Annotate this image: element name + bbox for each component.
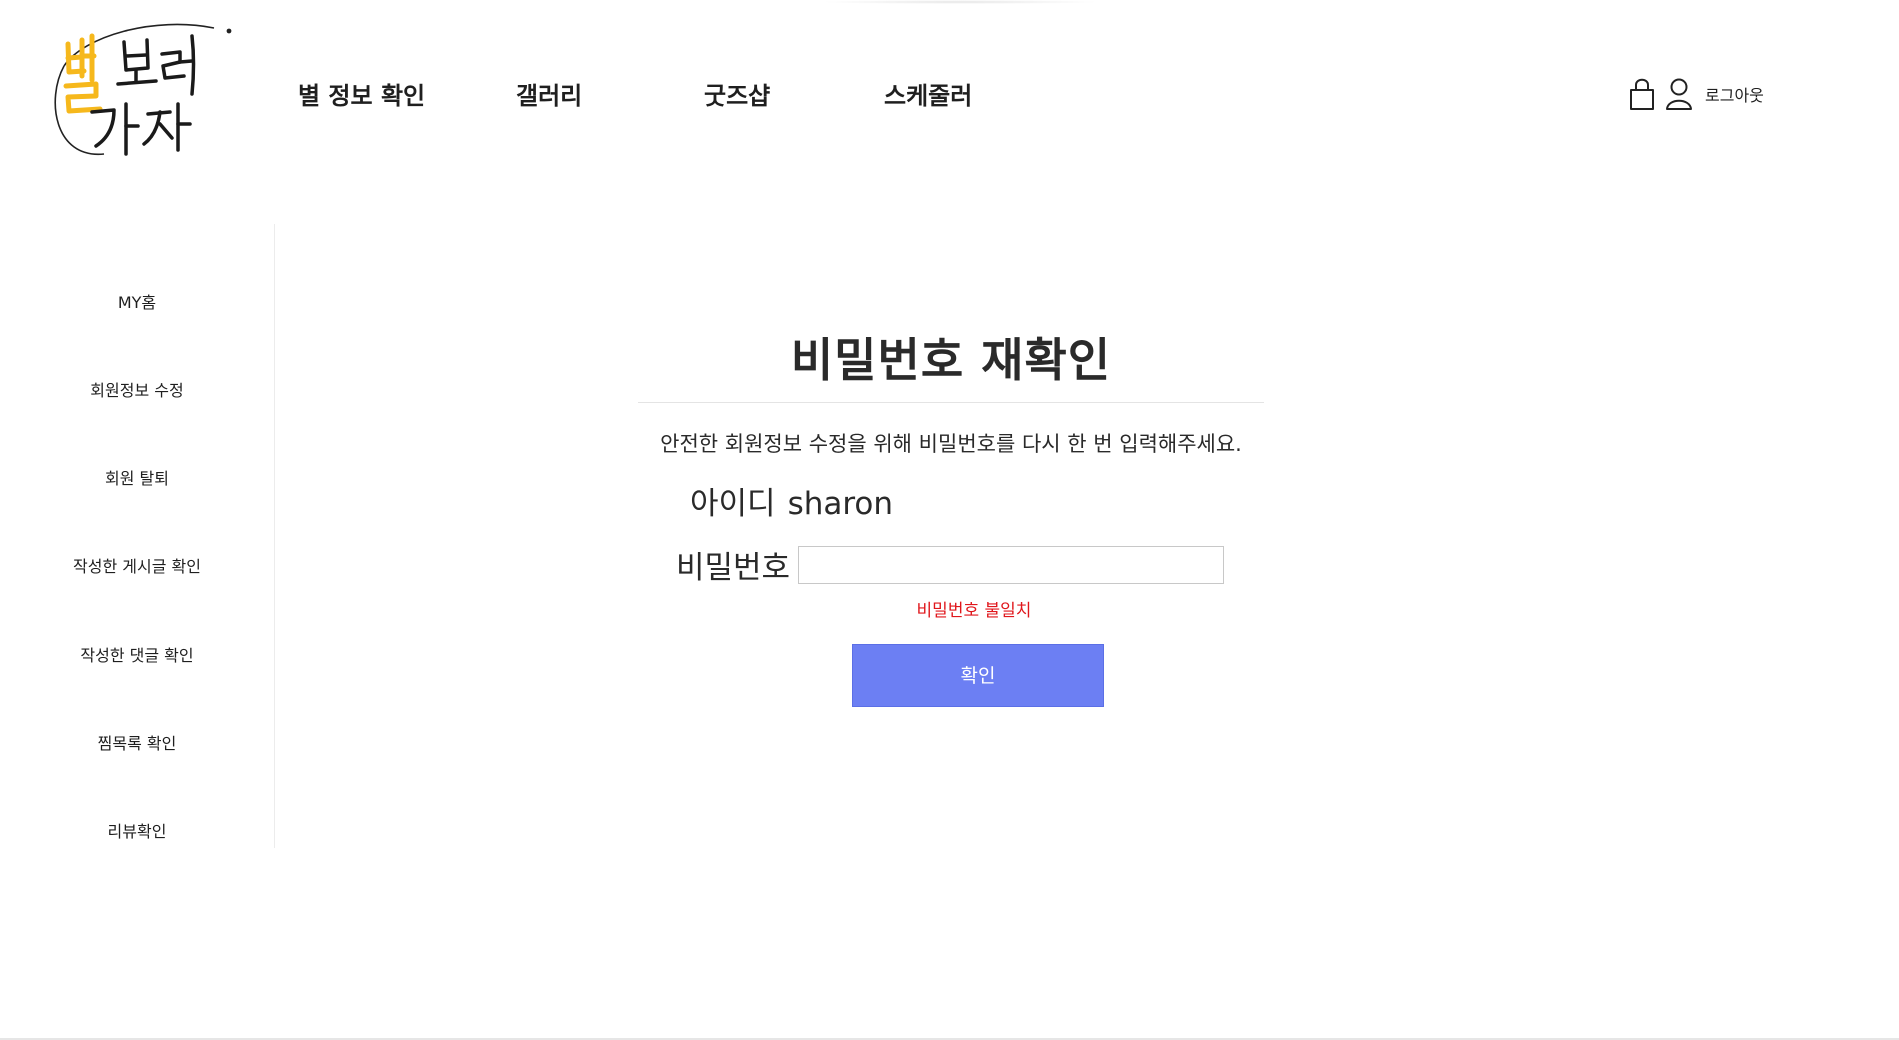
description-text: 안전한 회원정보 수정을 위해 비밀번호를 다시 한 번 입력해주세요. xyxy=(660,432,1242,456)
sidebar-item-wishlist[interactable]: 찜목록 확인 xyxy=(0,729,274,759)
confirm-button[interactable]: 확인 xyxy=(852,644,1104,707)
password-label: 비밀번호 xyxy=(676,550,791,586)
password-error-message: 비밀번호 불일치 xyxy=(916,601,1032,621)
my-page-sidebar: MY홈 회원정보 수정 회원 탈퇴 작성한 게시글 확인 작성한 댓글 확인 찜… xyxy=(0,224,275,848)
nav-star-info[interactable]: 별 정보 확인 xyxy=(298,76,425,111)
id-label: 아이디 xyxy=(690,486,776,522)
sidebar-item-my-home[interactable]: MY홈 xyxy=(0,288,274,318)
user-icon[interactable] xyxy=(1665,76,1693,112)
sidebar-item-reviews[interactable]: 리뷰확인 xyxy=(0,817,274,847)
shopping-bag-icon[interactable] xyxy=(1628,76,1656,112)
id-value: sharon xyxy=(787,486,894,522)
password-row: 비밀번호 xyxy=(676,542,1225,587)
nav-scheduler[interactable]: 스케줄러 xyxy=(884,76,972,111)
logout-link[interactable]: 로그아웃 xyxy=(1705,82,1764,106)
header-actions: 로그아웃 xyxy=(1628,76,1764,112)
sidebar-item-edit-profile[interactable]: 회원정보 수정 xyxy=(0,376,274,406)
page: 별 정보 확인 갤러리 굿즈샵 스케줄러 로그아웃 MY홈 회원정보 수정 회원… xyxy=(0,0,1899,1040)
sidebar-item-withdraw[interactable]: 회원 탈퇴 xyxy=(0,464,274,494)
sidebar-item-my-posts[interactable]: 작성한 게시글 확인 xyxy=(0,552,274,582)
title-divider xyxy=(638,402,1264,403)
logo-graphic xyxy=(54,23,232,156)
site-logo[interactable] xyxy=(44,14,254,184)
top-shadow xyxy=(820,0,1100,4)
page-title: 비밀번호 재확인 xyxy=(790,333,1112,387)
nav-gallery[interactable]: 갤러리 xyxy=(516,76,582,111)
id-row: 아이디 sharon xyxy=(690,478,893,523)
password-input[interactable] xyxy=(798,545,1225,584)
sidebar-item-my-comments[interactable]: 작성한 댓글 확인 xyxy=(0,641,274,671)
nav-goods-shop[interactable]: 굿즈샵 xyxy=(704,76,770,111)
